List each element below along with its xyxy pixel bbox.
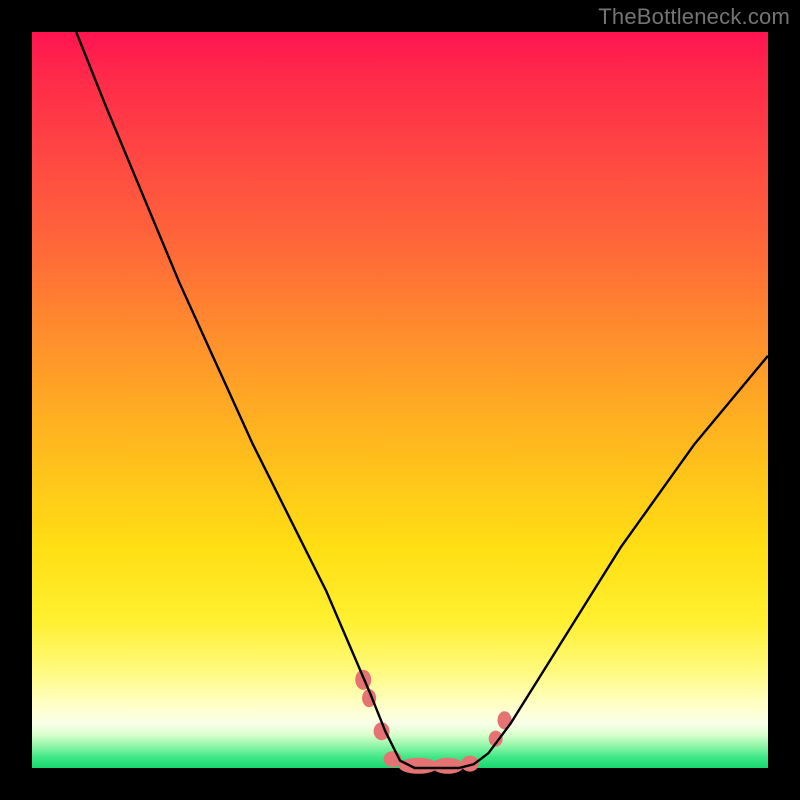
watermark-label: TheBottleneck.com bbox=[598, 4, 790, 30]
chart-svg bbox=[32, 32, 768, 768]
bottleneck-curve bbox=[76, 32, 768, 768]
markers-group bbox=[355, 670, 511, 774]
plot-area bbox=[32, 32, 768, 768]
curve-marker-5 bbox=[432, 758, 464, 774]
chart-frame: TheBottleneck.com bbox=[0, 0, 800, 800]
